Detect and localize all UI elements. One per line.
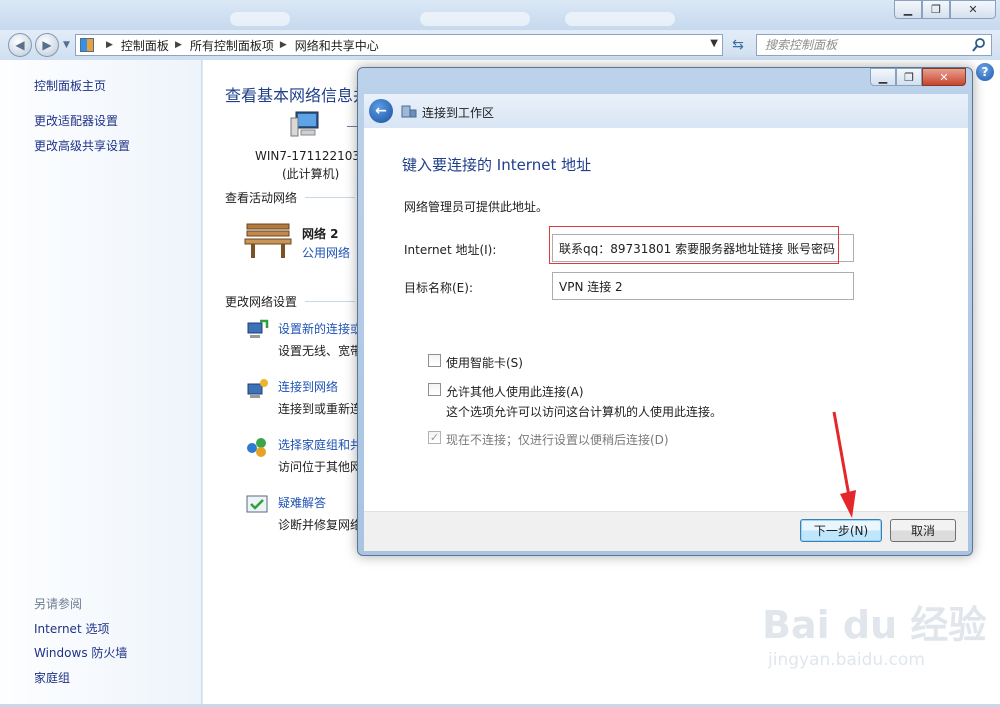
divider [305,197,355,198]
address-bar: ◀ ▶ ▼ ▶ 控制面板 ▶ 所有控制面板项 ▶ 网络和共享中心 ▼ ⇆ [0,30,1000,60]
maximize-button[interactable]: ❐ [922,0,950,19]
computer-name: WIN7-1711221032 [255,149,368,163]
connect-workplace-dialog: ▁ ❐ ✕ ← 连接到工作区 键入要连接的 Internet 地址 网络管理员可… [357,67,973,556]
dialog-window-controls: ▁ ❐ ✕ [870,68,966,86]
address-dropdown-icon[interactable]: ▼ [710,38,718,49]
sidebar-link-internet-options[interactable]: Internet 选项 [34,620,109,637]
network-name: 网络 2 [302,227,339,241]
public-network-bench-icon [244,223,292,258]
connector-line [347,126,357,127]
task-link-connect-network[interactable]: 连接到网络 [278,378,338,395]
blurred-title [420,12,530,26]
see-also-header: 另请参阅 [34,597,83,611]
forward-arrow-icon: ▶ [42,38,52,52]
page-title: 查看基本网络信息并 [225,86,370,105]
title-bar: ▁ ❐ ✕ [0,0,1000,30]
sidebar-link-firewall[interactable]: Windows 防火墙 [34,644,127,661]
sidebar-link-adapter-settings[interactable]: 更改适配器设置 [34,112,118,129]
allow-others-label[interactable]: 允许其他人使用此连接(A) [446,383,584,400]
task-desc: 诊断并修复网络 [278,518,363,532]
network-type-link[interactable]: 公用网络 [302,244,350,261]
allow-others-checkbox[interactable] [428,383,441,396]
sidebar-link-advanced-sharing[interactable]: 更改高级共享设置 [34,137,130,154]
task-link-setup-connection[interactable]: 设置新的连接或 [278,320,362,337]
dialog-header-title: 连接到工作区 [422,106,495,120]
workplace-icon [401,105,417,118]
search-input[interactable] [765,38,955,52]
active-networks-header: 查看活动网络 [225,191,298,205]
left-navigation-pane: 控制面板主页 更改适配器设置 更改高级共享设置 另请参阅 Internet 选项… [0,60,202,704]
task-desc: 连接到或重新连 [278,402,363,416]
dialog-body: 键入要连接的 Internet 地址 网络管理员可提供此地址。 Internet… [364,128,968,511]
change-settings-header: 更改网络设置 [225,295,298,309]
cancel-button[interactable]: 取消 [890,519,956,542]
task-link-homegroup[interactable]: 选择家庭组和共 [278,436,362,453]
window-controls: ▁ ❐ ✕ [894,0,996,19]
control-panel-icon [80,38,94,52]
allow-others-description: 这个选项允许可以访问这台计算机的人使用此连接。 [446,405,723,419]
homegroup-icon [247,438,266,457]
search-box[interactable] [756,34,992,56]
smartcard-label[interactable]: 使用智能卡(S) [446,354,523,371]
breadcrumb[interactable]: ▶ 控制面板 ▶ 所有控制面板项 ▶ 网络和共享中心 ▼ [75,34,723,56]
destination-name-field[interactable]: VPN 连接 2 [552,272,854,300]
watermark-url: jingyan.baidu.com [768,650,925,670]
sidebar-link-homegroup[interactable]: 家庭组 [34,669,70,686]
close-button[interactable]: ✕ [950,0,996,19]
blurred-title [230,12,290,26]
breadcrumb-item[interactable]: 所有控制面板项 [190,37,274,54]
back-button[interactable]: ◀ [8,33,32,57]
watermark-logo: Bai du 经验 [762,603,987,647]
dialog-back-button[interactable]: ← [369,99,393,123]
task-desc: 访问位于其他网 [278,460,363,474]
dialog-close-button[interactable]: ✕ [922,68,966,86]
task-link-troubleshoot[interactable]: 疑难解答 [278,494,326,511]
smartcard-checkbox[interactable] [428,354,441,367]
chevron-right-icon: ▶ [106,40,113,50]
breadcrumb-item[interactable]: 网络和共享中心 [295,37,379,54]
next-button[interactable]: 下一步(N) [800,519,882,542]
admin-note: 网络管理员可提供此地址。 [404,200,549,214]
minimize-button[interactable]: ▁ [894,0,922,19]
divider [305,301,355,302]
dialog-footer: 下一步(N) 取消 [364,511,968,551]
dialog-heading: 键入要连接的 Internet 地址 [402,156,592,174]
baidu-watermark: Bai du 经验 jingyan.baidu.com [762,594,986,684]
search-icon[interactable] [971,37,987,53]
internet-address-label: Internet 地址(I): [404,243,497,257]
blurred-title [565,12,675,26]
connect-network-icon [247,379,268,398]
sidebar-link-cp-home[interactable]: 控制面板主页 [34,77,106,94]
new-connection-icon [247,319,269,338]
breadcrumb-item[interactable]: 控制面板 [121,37,169,54]
back-arrow-icon: ← [375,103,387,119]
dont-connect-checkbox: ✓ [428,431,441,444]
troubleshoot-icon [246,495,268,513]
chevron-right-icon: ▶ [174,40,182,50]
task-desc: 设置无线、宽带 [278,344,363,358]
forward-button[interactable]: ▶ [35,33,59,57]
dont-connect-label: 现在不连接；仅进行设置以便稍后连接(D) [446,433,669,447]
help-icon[interactable]: ? [976,63,994,81]
computer-icon [290,111,319,137]
dialog-maximize-button[interactable]: ❐ [896,68,922,86]
refresh-icon[interactable]: ⇆ [728,34,748,56]
chevron-right-icon: ▶ [279,40,287,50]
highlight-box [549,226,839,264]
annotation-arrow-icon [832,411,856,518]
back-arrow-icon: ◀ [15,38,25,52]
dialog-header: ← 连接到工作区 [364,94,968,128]
destination-name-label: 目标名称(E): [404,281,473,295]
dialog-minimize-button[interactable]: ▁ [870,68,896,86]
computer-note: (此计算机) [282,167,340,181]
history-dropdown-icon[interactable]: ▼ [63,40,70,50]
